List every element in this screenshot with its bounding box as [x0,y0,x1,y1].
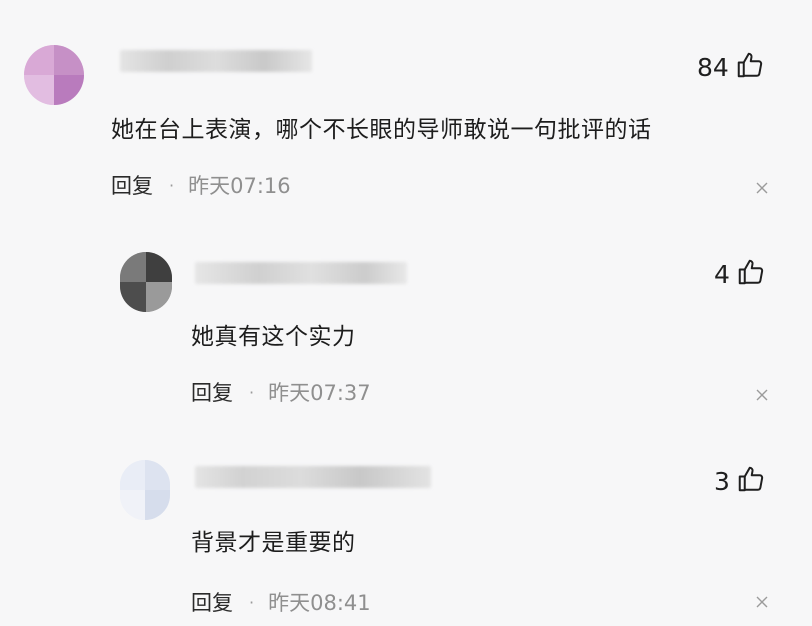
comment-meta: 回复 · 昨天08:41 [191,587,371,617]
like-button[interactable]: 3 [714,464,766,498]
username-blurred[interactable] [195,466,431,488]
comment-text: 背景才是重要的 [191,530,356,556]
avatar-pixel [120,490,145,520]
comment-item: 背景才是重要的 回复 · 昨天08:41 3 [0,0,812,626]
avatar[interactable] [120,460,170,520]
separator-dot: · [249,592,255,612]
close-icon[interactable] [755,594,769,608]
avatar-pixel [120,460,145,490]
thumbs-up-icon [736,464,766,498]
avatar-pixel [145,490,170,520]
like-count: 3 [714,466,730,496]
avatar-pixel [145,460,170,490]
comment-list: 她在台上表演，哪个不长眼的导师敢说一句批评的话 回复 · 昨天07:16 84 [0,0,812,626]
comment-time: 昨天08:41 [268,591,371,615]
reply-button[interactable]: 回复 [191,587,233,617]
